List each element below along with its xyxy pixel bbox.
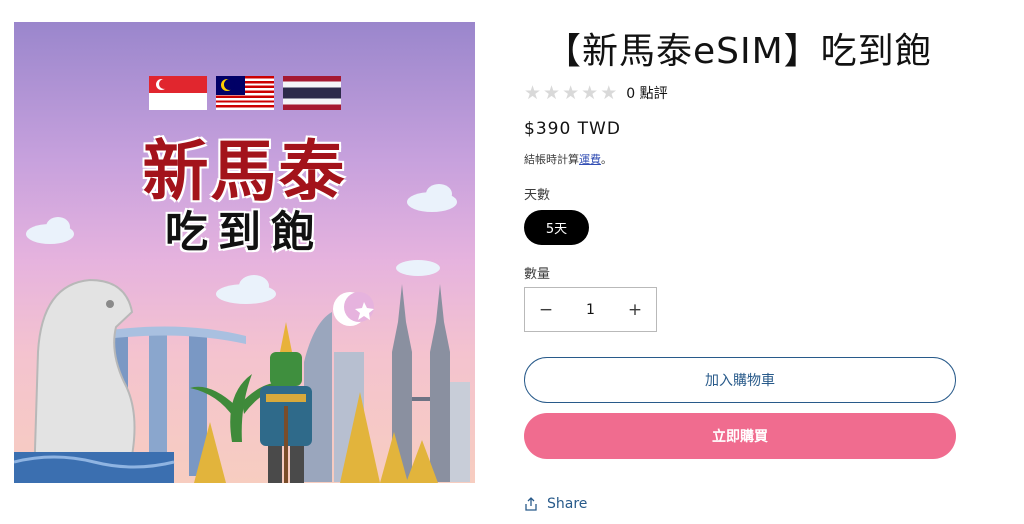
tax-note-suffix: 。 [601,153,612,166]
minus-icon[interactable]: − [525,288,567,331]
share-icon [525,497,537,511]
quantity-value[interactable]: 1 [586,302,595,318]
plus-icon[interactable]: + [614,288,656,331]
star-icon: ★ [581,81,599,104]
rating-count: 0 點評 [626,86,668,102]
variant-label: 天數 [524,188,551,203]
quantity-stepper: − 1 + [524,287,657,332]
star-icon: ★ [524,81,542,104]
shipping-policy-link[interactable]: 運費 [579,153,601,166]
singapore-flag-icon [148,76,207,110]
star-icon: ★ [543,81,561,104]
skyline-graphic [304,284,470,482]
malaysia-flag-icon [215,76,274,110]
flags-row [14,76,475,110]
share-button[interactable]: Share [524,496,587,512]
rating[interactable]: ★ ★ ★ ★ ★ 0 點評 [524,83,668,103]
quantity-label: 數量 [524,267,551,282]
thailand-flag-icon [282,76,341,110]
tax-note: 結帳時計算運費。 [524,151,612,167]
product-image[interactable]: 新馬泰 吃到飽 [14,22,475,483]
add-to-cart-button[interactable]: 加入購物車 [524,357,956,403]
buy-now-button[interactable]: 立即購買 [524,413,956,459]
product-title: 【新馬泰eSIM】吃到飽 [545,31,932,72]
star-icon: ★ [562,81,580,104]
image-subline: 吃到飽 [165,208,324,258]
product-price: $390 TWD [524,119,621,139]
star-icon: ★ [600,81,618,104]
share-label: Share [547,496,588,512]
tax-note-prefix: 結帳時計算 [524,153,579,166]
variant-option-5-days[interactable]: 5天 [524,210,589,245]
